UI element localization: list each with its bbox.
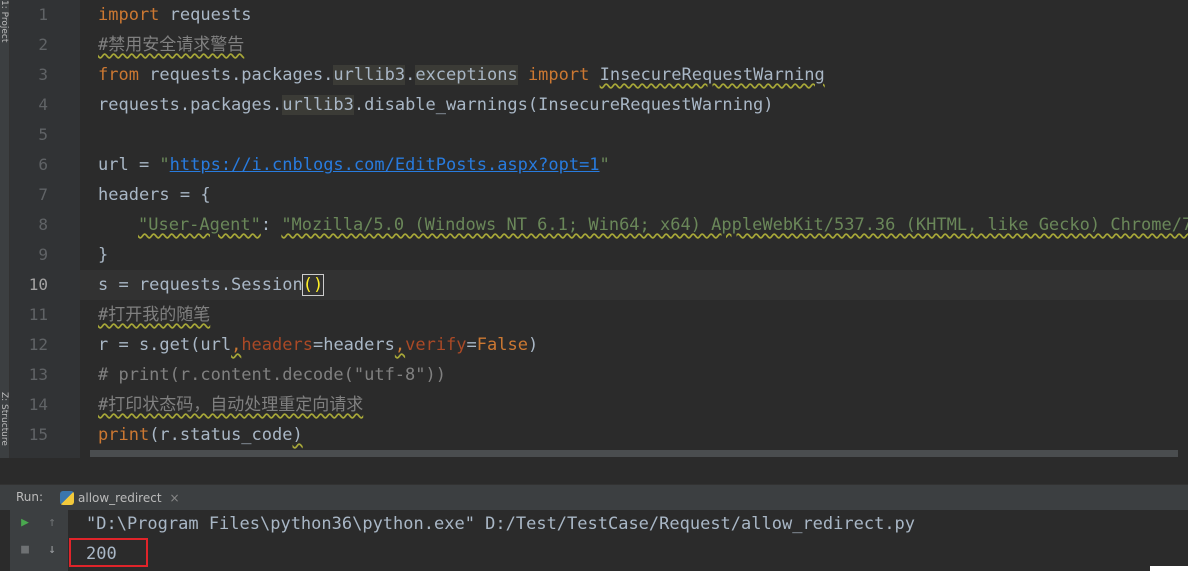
code-text: } xyxy=(98,245,109,265)
code-line: #打印状态码，自动处理重定向请求 xyxy=(98,390,363,420)
highlight-box xyxy=(69,538,148,567)
code-line: url = "https://i.cnblogs.com/EditPosts.a… xyxy=(98,150,610,180)
code-text: .disable_warnings(InsecureRequestWarning… xyxy=(353,95,774,115)
comment: # print(r.content.decode("utf-8")) xyxy=(98,365,446,385)
line-number: 1 xyxy=(38,5,48,24)
code-text: s = requests.Session xyxy=(98,275,303,295)
line-number-current: 10 xyxy=(28,275,48,294)
code-editor[interactable]: import requests #禁用安全请求警告 from requests.… xyxy=(80,0,1188,458)
editor-bottom-area xyxy=(0,458,1188,484)
string: " xyxy=(599,155,610,175)
window-corner xyxy=(1150,566,1188,571)
url-link[interactable]: https://i.cnblogs.com/EditPosts.aspx?opt… xyxy=(170,155,600,175)
code-line: from requests.packages.urllib3.exception… xyxy=(98,60,825,90)
keyword: import xyxy=(527,65,590,85)
code-text: , xyxy=(394,335,406,355)
code-text: : xyxy=(260,215,282,235)
keyword: import xyxy=(98,5,160,25)
code-text: headers = { xyxy=(98,185,211,205)
keyword-arg: headers xyxy=(241,335,313,355)
run-toolbar: Run: allow_redirect × xyxy=(0,484,1188,511)
run-console-toolbar: ▶ ↑ ■ ↓ xyxy=(10,510,68,571)
console-command-line: "D:\Program Files\python36\python.exe" D… xyxy=(86,514,916,534)
run-console[interactable]: ▶ ↑ ■ ↓ "D:\Program Files\python36\pytho… xyxy=(0,510,1188,571)
code-line: requests.packages.urllib3.disable_warnin… xyxy=(98,90,774,120)
code-text: , xyxy=(231,335,242,355)
code-line: #禁用安全请求警告 xyxy=(98,30,244,60)
line-number-gutter: 1 2 3 4 5 6 7 8 9 10 11 12 13 14 15 xyxy=(10,0,80,458)
line-number: 5 xyxy=(38,125,48,144)
keyword-arg: verify xyxy=(405,335,467,355)
code-text: exceptions xyxy=(415,65,518,85)
code-text: ) xyxy=(292,425,303,445)
line-number: 12 xyxy=(28,335,48,354)
code-line: print(r.status_code) xyxy=(98,420,303,450)
line-number: 3 xyxy=(38,65,48,84)
code-line: headers = { xyxy=(98,180,211,210)
keyword: False xyxy=(476,335,528,355)
comment: #禁用安全请求警告 xyxy=(98,35,245,55)
code-text: url = xyxy=(98,155,160,175)
code-text: . xyxy=(405,65,416,85)
builtin: print xyxy=(98,425,150,445)
code-line-current: s = requests.Session() xyxy=(98,270,325,300)
code-text: ) xyxy=(527,335,539,355)
rerun-icon[interactable]: ▶ xyxy=(18,516,32,530)
code-text: (r.status_code xyxy=(149,425,293,445)
code-text: = xyxy=(466,335,477,355)
comment: #打开我的随笔 xyxy=(98,305,211,325)
line-number: 8 xyxy=(38,215,48,234)
stop-icon[interactable]: ■ xyxy=(18,543,32,557)
line-number: 13 xyxy=(28,365,48,384)
code-text: r = s.get(url xyxy=(98,335,232,355)
line-number: 6 xyxy=(38,155,48,174)
structure-tool-label[interactable]: Z: Structure xyxy=(0,392,9,446)
code-line: import requests xyxy=(98,0,252,30)
line-number: 7 xyxy=(38,185,48,204)
string: "User-Agent" xyxy=(138,215,261,235)
keyword: from xyxy=(98,65,139,85)
up-arrow-icon[interactable]: ↑ xyxy=(45,516,59,530)
code-line: } xyxy=(98,240,108,270)
code-text: =headers xyxy=(312,335,395,355)
code-text: urllib3 xyxy=(282,95,354,115)
string: "Mozilla/5.0 (Windows NT 6.1; Win64; x64… xyxy=(281,215,1188,235)
close-icon[interactable]: × xyxy=(170,491,180,505)
project-tool-label[interactable]: 1: Project xyxy=(0,0,9,42)
line-number: 15 xyxy=(28,425,48,444)
down-arrow-icon[interactable]: ↓ xyxy=(45,543,59,557)
line-number: 2 xyxy=(38,35,48,54)
run-label: Run: xyxy=(16,490,44,504)
line-number: 4 xyxy=(38,95,48,114)
code-text: urllib3 xyxy=(333,65,406,85)
matched-paren: () xyxy=(301,274,325,296)
python-icon xyxy=(60,491,74,505)
code-text: InsecureRequestWarning xyxy=(599,65,825,85)
code-line: #打开我的随笔 xyxy=(98,300,210,330)
code-line: # print(r.content.decode("utf-8")) xyxy=(98,360,446,390)
run-tab-label: allow_redirect xyxy=(78,491,162,505)
code-text: requests xyxy=(159,5,252,25)
code-line: "User-Agent": "Mozilla/5.0 (Windows NT 6… xyxy=(138,210,1188,240)
left-tool-strip: 1: Project Z: Structure xyxy=(0,0,10,458)
code-line: r = s.get(url,headers=headers,verify=Fal… xyxy=(98,330,538,360)
line-number: 9 xyxy=(38,245,48,264)
code-text: requests.packages. xyxy=(138,65,334,85)
string: " xyxy=(159,155,170,175)
comment: #打印状态码，自动处理重定向请求 xyxy=(98,395,364,415)
run-tab[interactable]: allow_redirect × xyxy=(60,488,180,508)
horizontal-scrollbar[interactable] xyxy=(90,450,1178,457)
line-number: 11 xyxy=(28,305,48,324)
line-number: 14 xyxy=(28,395,48,414)
code-text: requests.packages. xyxy=(98,95,283,115)
